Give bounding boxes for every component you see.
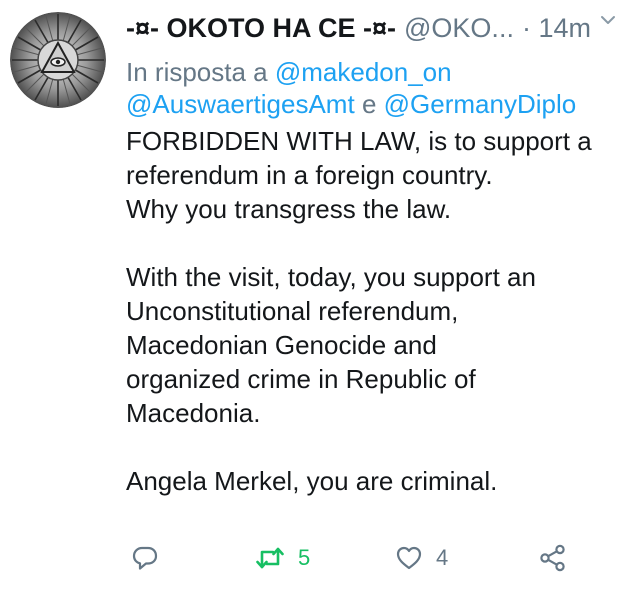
mention-link[interactable]: @AuswaertigesAmt (126, 89, 355, 119)
tweet-text: FORBIDDEN WITH LAW, is to support a refe… (126, 124, 616, 498)
like-count: 4 (436, 545, 449, 570)
tweet-line: Angela Merkel, you are criminal. (126, 466, 498, 496)
reply-context: In risposta a @makedon_on @AuswaertigesA… (126, 56, 616, 120)
avatar[interactable] (10, 12, 106, 108)
chevron-down-icon[interactable] (598, 10, 618, 30)
tweet[interactable]: -¤- OKOTO HA CE -¤- @OKO... · 14m In ris… (0, 0, 620, 590)
display-name[interactable]: -¤- OKOTO HA CE -¤- (126, 13, 396, 44)
tweet-line: Macedonia. (126, 398, 261, 428)
mention-link[interactable]: @makedon_on (275, 57, 452, 87)
retweet-count: 5 (298, 545, 311, 570)
share-button[interactable] (538, 538, 568, 578)
tweet-line: FORBIDDEN WITH LAW, is to support a (126, 126, 592, 156)
mention-joiner: e (361, 89, 377, 119)
mention-link[interactable]: @GermanyDiplo (384, 89, 577, 119)
user-handle[interactable]: @OKO... (404, 13, 514, 44)
action-bar: 5 4 (126, 538, 616, 578)
reply-button[interactable] (130, 538, 160, 578)
avatar-eye-pyramid-icon (10, 12, 106, 108)
reply-prefix: In risposta a (126, 57, 268, 87)
heart-icon (396, 546, 422, 570)
like-button[interactable]: 4 (394, 538, 448, 578)
tweet-line: Macedonian Genocide and (126, 330, 437, 360)
retweet-icon (256, 547, 284, 569)
timestamp[interactable]: · 14m (522, 13, 591, 44)
tweet-line: organized crime in Republic of (126, 364, 476, 394)
share-icon (540, 544, 565, 572)
tweet-line: Unconstitutional referendum, (126, 296, 459, 326)
tweet-header: -¤- OKOTO HA CE -¤- @OKO... · 14m (126, 10, 616, 46)
reply-icon (132, 546, 158, 570)
retweet-button[interactable]: 5 (254, 538, 310, 578)
tweet-line: With the visit, today, you support an (126, 262, 536, 292)
tweet-line: Why you transgress the law. (126, 194, 452, 224)
tweet-line: referendum in a foreign country. (126, 160, 493, 190)
